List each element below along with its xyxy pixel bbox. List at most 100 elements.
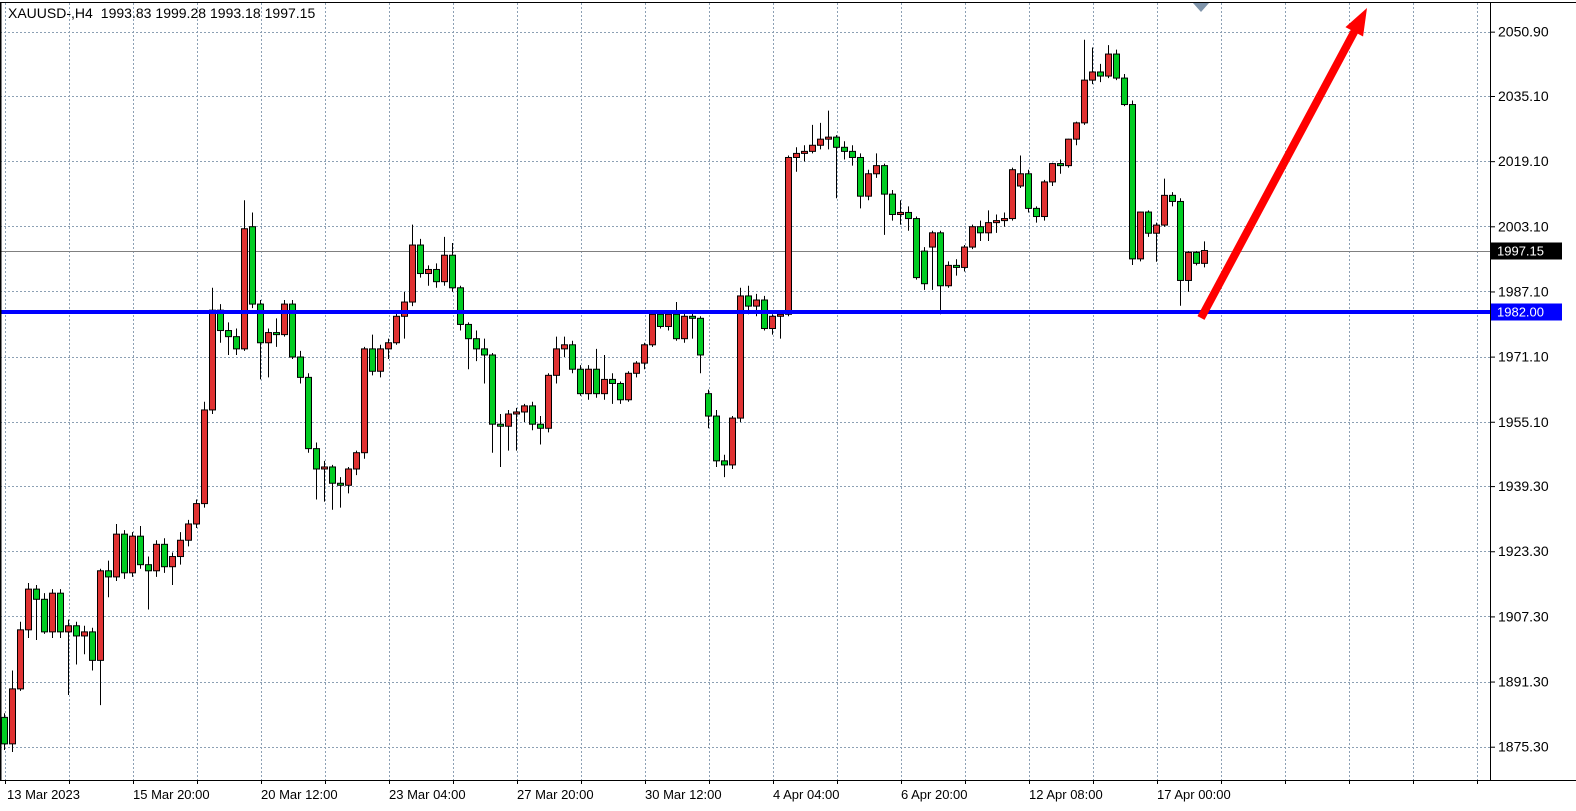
bull-candle [514,412,520,414]
bull-candle [682,316,688,338]
price-axis-label: 1987.10 [1498,283,1549,299]
bull-candle [1186,252,1192,280]
bear-candle [74,626,80,636]
price-chart-canvas[interactable]: 2050.902035.102019.102003.101987.101971.… [0,0,1576,811]
bull-candle [946,265,952,285]
bull-candle [82,632,88,636]
bear-candle [370,349,376,371]
bear-candle [690,316,696,318]
bear-candle [474,339,480,349]
bull-candle [1042,182,1048,217]
bull-candle [778,314,784,316]
bear-candle [1194,252,1200,263]
bull-candle [1066,139,1072,165]
chart-shift-marker-icon[interactable] [1193,3,1209,12]
price-axis-label: 1907.30 [1498,608,1549,624]
bear-candle [434,269,440,281]
time-axis: 13 Mar 202315 Mar 20:0020 Mar 12:0023 Ma… [6,780,1478,802]
bear-candle [34,589,40,599]
bull-candle [242,229,248,349]
price-axis-label: 2035.10 [1498,88,1549,104]
bear-candle [42,599,48,632]
bull-candle [18,630,24,689]
candlestick-series [2,40,1208,752]
bull-candle [738,296,744,418]
bear-candle [2,717,8,743]
trend-arrow[interactable] [1201,8,1367,318]
bull-candle [378,349,384,371]
bear-candle [106,571,112,577]
chart-title: XAUUSD-,H41993.831999.281993.181997.15 [8,5,315,21]
bear-candle [706,394,712,416]
bull-candle [1074,123,1080,139]
bear-candle [1098,72,1104,76]
bull-candle [602,379,608,393]
bull-candle [586,369,592,393]
bull-candle [362,349,368,453]
price-axis-label: 1891.30 [1498,674,1549,690]
bull-candle [626,373,632,399]
bear-candle [90,632,96,661]
bear-candle [258,304,264,343]
price-axis-label: 2019.10 [1498,153,1549,169]
bull-candle [730,418,736,465]
bear-candle [298,357,304,377]
bull-candle [786,157,792,314]
bear-candle [1034,208,1040,216]
bull-candle [770,316,776,328]
bull-candle [1154,225,1160,233]
bull-candle [50,593,56,632]
bull-candle [210,310,216,410]
bull-candle [562,345,568,349]
bear-candle [1058,164,1064,166]
bull-candle [826,137,832,139]
bull-candle [194,504,200,524]
price-axis-label: 1939.30 [1498,478,1549,494]
bull-candle [170,557,176,567]
bear-candle [306,377,312,448]
bear-candle [58,593,64,632]
bear-candle [450,255,456,288]
bull-candle [178,540,184,556]
time-axis-label: 6 Apr 20:00 [901,787,968,802]
bull-candle [410,245,416,302]
bear-candle [850,151,856,157]
bull-candle [1162,195,1168,225]
bear-candle [1114,54,1120,78]
bear-candle [330,467,336,483]
bull-candle [1050,164,1056,182]
current-price-tag: 1997.15 [1491,243,1562,260]
bull-candle [202,410,208,504]
bull-candle [354,453,360,469]
bear-candle [482,349,488,355]
mt4-chart-window: 2050.902035.102019.102003.101987.101971.… [0,0,1576,811]
bear-candle [890,194,896,214]
bull-candle [266,333,272,343]
time-axis-label: 4 Apr 04:00 [773,787,840,802]
bull-candle [1202,251,1208,264]
bear-candle [1170,195,1176,201]
support-line-tag-value: 1982.00 [1497,305,1544,320]
bull-candle [66,626,72,632]
bear-candle [578,369,584,393]
bear-candle [418,245,424,274]
bear-candle [762,300,768,329]
bear-candle [250,227,256,304]
bear-candle [714,416,720,461]
trend-arrow-shaft[interactable] [1201,27,1357,318]
bear-candle [914,219,920,278]
bull-candle [1138,212,1144,259]
bull-candle [506,414,512,426]
bull-candle [394,316,400,342]
bull-candle [402,302,408,316]
bear-candle [674,314,680,338]
time-axis-label: 30 Mar 12:00 [645,787,722,802]
bull-candle [986,223,992,233]
bull-candle [386,343,392,349]
bear-candle [746,296,752,306]
bull-candle [874,166,880,174]
bull-candle [1018,174,1024,186]
bear-candle [594,369,600,393]
bear-candle [906,212,912,218]
bear-candle [610,379,616,383]
